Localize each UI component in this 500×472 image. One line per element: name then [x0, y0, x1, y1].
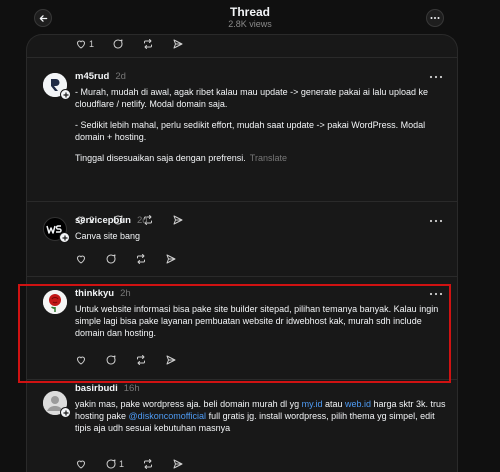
view-count: 2.8K views	[228, 19, 272, 29]
reply-button[interactable]	[105, 354, 117, 366]
username[interactable]: m45rud 2d	[75, 71, 126, 82]
send-icon	[173, 459, 183, 469]
comment-icon	[106, 355, 116, 365]
repost-button[interactable]	[142, 458, 154, 470]
post-text: atau	[322, 399, 345, 409]
page-title: Thread	[229, 5, 270, 19]
more-icon	[430, 17, 440, 19]
reply-button[interactable]: 1	[105, 458, 124, 470]
heart-icon	[76, 40, 86, 49]
post-body: - Murah, mudah di awal, agak ribet kalau…	[75, 86, 447, 173]
share-button[interactable]	[165, 354, 177, 366]
repost-icon	[144, 459, 153, 469]
link-my-id[interactable]: my.id	[302, 399, 323, 409]
post-body: yakin mas, pake wordpress aja. beli doma…	[75, 398, 447, 434]
thread-header: Thread 2.8K views	[0, 0, 500, 34]
post-actions: 1	[75, 457, 202, 471]
username-text[interactable]: servicepbun	[75, 215, 131, 226]
post-paragraph-text: Tinggal disesuaikan saja dengan prefrens…	[75, 153, 246, 163]
username[interactable]: servicepbun 2d	[75, 215, 148, 226]
avatar[interactable]	[43, 391, 71, 418]
send-icon	[173, 39, 183, 49]
repost-button[interactable]	[135, 354, 147, 366]
username[interactable]: thinkkyu 2h	[75, 288, 131, 299]
mention-link[interactable]: @diskoncomofficial	[129, 411, 207, 421]
username-text[interactable]: thinkkyu	[75, 288, 114, 299]
share-button[interactable]	[172, 458, 184, 470]
avatar[interactable]	[43, 217, 70, 243]
follow-plus-icon[interactable]	[59, 232, 70, 243]
timestamp: 2h	[120, 288, 131, 299]
repost-button[interactable]	[135, 253, 147, 265]
post-more-icon[interactable]	[429, 74, 443, 80]
heart-icon	[76, 255, 86, 264]
share-button[interactable]	[172, 38, 184, 50]
post-thinkkyu: thinkkyu 2h Untuk website informasi bisa …	[27, 276, 457, 376]
thread-panel: 1 m45rud 2d - Murah, mudah di awal, agak…	[26, 34, 458, 472]
post-text: yakin mas, pake wordpress aja. beli doma…	[75, 399, 302, 409]
timestamp: 2d	[136, 215, 148, 226]
like-button[interactable]	[75, 458, 87, 470]
timestamp: 16h	[123, 383, 140, 394]
more-options-button[interactable]	[426, 9, 444, 27]
send-icon	[166, 254, 176, 264]
like-button[interactable]	[75, 354, 87, 366]
post-basirbudi: basirbudi 16h yakin mas, pake wordpress a…	[27, 379, 457, 472]
avatar-rose-image	[43, 290, 67, 314]
repost-icon	[137, 355, 145, 365]
post-body: Canva site bang	[75, 231, 141, 241]
avatar[interactable]	[43, 290, 67, 314]
post-paragraph: Tinggal disesuaikan saja dengan prefrens…	[75, 152, 447, 164]
heart-icon	[76, 460, 86, 469]
timestamp: 2d	[115, 71, 126, 82]
username-text[interactable]: basirbudi	[75, 383, 118, 394]
like-button[interactable]: 1	[75, 38, 94, 50]
comment-icon	[113, 39, 123, 49]
reply-button[interactable]	[112, 38, 124, 50]
repost-icon	[144, 39, 153, 49]
follow-plus-icon[interactable]	[60, 407, 71, 418]
avatar[interactable]	[43, 73, 71, 100]
reply-count: 1	[119, 459, 125, 469]
post-body: Untuk website informasi bisa pake site b…	[75, 304, 439, 338]
send-icon	[166, 355, 176, 365]
post-actions	[75, 252, 195, 266]
post-servicepbun: servicepbun 2d Canva site bang	[27, 201, 457, 273]
heart-icon	[76, 356, 86, 365]
comment-icon	[106, 254, 116, 264]
like-button[interactable]	[75, 253, 87, 265]
post-more-icon[interactable]	[429, 218, 443, 224]
translate-link[interactable]: Translate	[250, 153, 287, 163]
comment-icon	[106, 459, 116, 469]
repost-icon	[137, 254, 145, 264]
reply-button[interactable]	[105, 253, 117, 265]
username-text[interactable]: m45rud	[75, 71, 109, 82]
link-web-id[interactable]: web.id	[345, 399, 371, 409]
post-paragraph: - Murah, mudah di awal, agak ribet kalau…	[75, 87, 428, 109]
post-actions	[75, 353, 195, 367]
repost-button[interactable]	[142, 38, 154, 50]
follow-plus-icon[interactable]	[60, 89, 71, 100]
share-button[interactable]	[165, 253, 177, 265]
previous-post-actions: 1	[75, 37, 202, 51]
post-more-icon[interactable]	[429, 291, 443, 297]
post-paragraph: - Sedikit lebih mahal, perlu sedikit eff…	[75, 120, 426, 142]
like-count: 1	[89, 39, 95, 49]
username[interactable]: basirbudi 16h	[75, 383, 140, 394]
